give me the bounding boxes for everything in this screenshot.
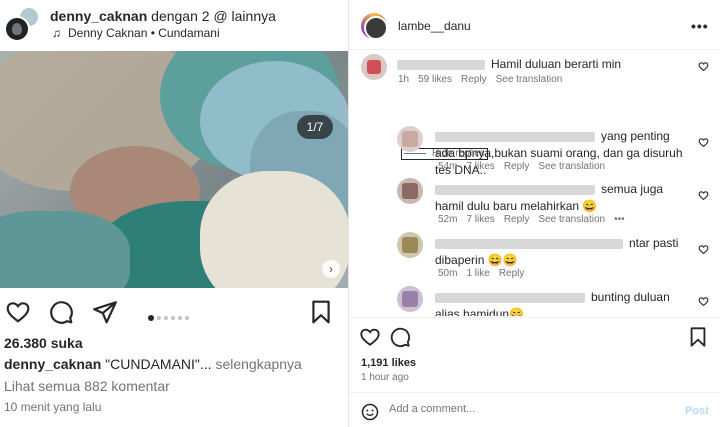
emoji-icon[interactable] — [361, 403, 379, 421]
more-horizontal-icon[interactable]: ••• — [614, 214, 625, 225]
post-header: denny_caknan dengan 2 @ lainnya ♫ Denny C… — [0, 0, 348, 48]
more-horizontal-icon[interactable]: ••• — [691, 18, 709, 34]
heart-icon[interactable] — [5, 299, 31, 325]
comment-text: ntar pasti dibaperin 😄😄 — [435, 236, 679, 267]
comment-icon[interactable] — [389, 326, 411, 348]
comment-text: bunting duluan alias hamidun😄 — [435, 290, 670, 316]
post-username[interactable]: denny_caknan — [50, 8, 147, 24]
avatar[interactable] — [361, 13, 388, 40]
bookmark-icon[interactable] — [687, 326, 709, 348]
carousel-dots — [148, 309, 192, 327]
collab-avatars[interactable] — [2, 6, 40, 44]
comments-username[interactable]: lambe__danu — [398, 19, 471, 33]
avatar[interactable] — [397, 126, 423, 152]
comment-meta: 52m 7 likes Reply See translation ••• — [438, 214, 625, 225]
comment-list[interactable]: Hamil duluan berarti min 1h 59 likes Reply… — [349, 50, 720, 316]
carousel-dot — [148, 314, 154, 321]
post-button[interactable]: Post — [685, 405, 709, 417]
comment-icon[interactable] — [48, 299, 74, 325]
heart-icon[interactable] — [698, 190, 709, 201]
paper-plane-icon[interactable] — [92, 299, 118, 325]
add-comment-input[interactable] — [389, 403, 649, 415]
comment-text: Hamil duluan berarti min — [397, 56, 687, 73]
comments-header: lambe__danu ••• — [349, 0, 720, 50]
likes-count[interactable]: 1,191 likes — [361, 357, 416, 369]
comment-text: semua juga hamil dulu baru melahirkan 😄 — [435, 182, 664, 213]
post-timestamp: 1 hour ago — [361, 372, 409, 383]
carousel-dot — [185, 315, 189, 320]
bookmark-icon[interactable] — [308, 299, 334, 325]
carousel-dot — [157, 315, 161, 320]
comment-meta: 50m 1 like Reply — [438, 268, 525, 279]
comments-actions — [349, 317, 720, 357]
avatar[interactable] — [361, 54, 387, 80]
avatar[interactable] — [397, 178, 423, 204]
heart-icon[interactable] — [698, 296, 709, 307]
view-all-comments-link[interactable]: Lihat semua 882 komentar — [4, 378, 170, 394]
post-author-line: denny_caknan dengan 2 @ lainnya — [50, 8, 276, 24]
caption: denny_caknan "CUNDAMANI"... selengkapnya — [4, 356, 302, 372]
likes-count[interactable]: 26.380 suka — [4, 335, 83, 351]
carousel-dot — [171, 315, 175, 320]
collab-text[interactable]: dengan 2 @ lainnya — [151, 8, 276, 24]
add-comment-bar: Post — [349, 392, 720, 427]
post-timestamp: 10 menit yang lalu — [4, 400, 102, 414]
caption-text: "CUNDAMANI"... — [105, 356, 212, 372]
audio-label[interactable]: Denny Caknan • Cundamani — [68, 26, 220, 40]
post-actions — [0, 297, 348, 327]
caption-more-link[interactable]: selengkapnya — [215, 356, 301, 372]
heart-icon[interactable] — [698, 137, 709, 148]
comment-meta: 54m 7 likes Reply See translation — [438, 161, 606, 172]
post-panel: denny_caknan dengan 2 @ lainnya ♫ Denny C… — [0, 0, 348, 427]
avatar[interactable] — [397, 286, 423, 312]
heart-icon[interactable] — [698, 244, 709, 255]
post-media[interactable]: 1/7 › — [0, 51, 348, 288]
avatar[interactable] — [397, 232, 423, 258]
comment-meta: 1h 59 likes Reply See translation — [398, 74, 563, 85]
chevron-right-icon[interactable]: › — [322, 260, 340, 278]
carousel-dot — [178, 315, 182, 320]
music-note-icon: ♫ — [52, 26, 61, 40]
audio-line[interactable]: ♫ Denny Caknan • Cundamani — [52, 26, 220, 40]
avatar[interactable] — [4, 16, 30, 42]
carousel-dot — [164, 315, 168, 320]
heart-icon[interactable] — [698, 61, 709, 72]
media-counter: 1/7 — [297, 115, 333, 139]
comments-panel: lambe__danu ••• Hamil duluan berarti min… — [348, 0, 720, 427]
caption-username[interactable]: denny_caknan — [4, 356, 101, 372]
heart-icon[interactable] — [359, 326, 381, 348]
